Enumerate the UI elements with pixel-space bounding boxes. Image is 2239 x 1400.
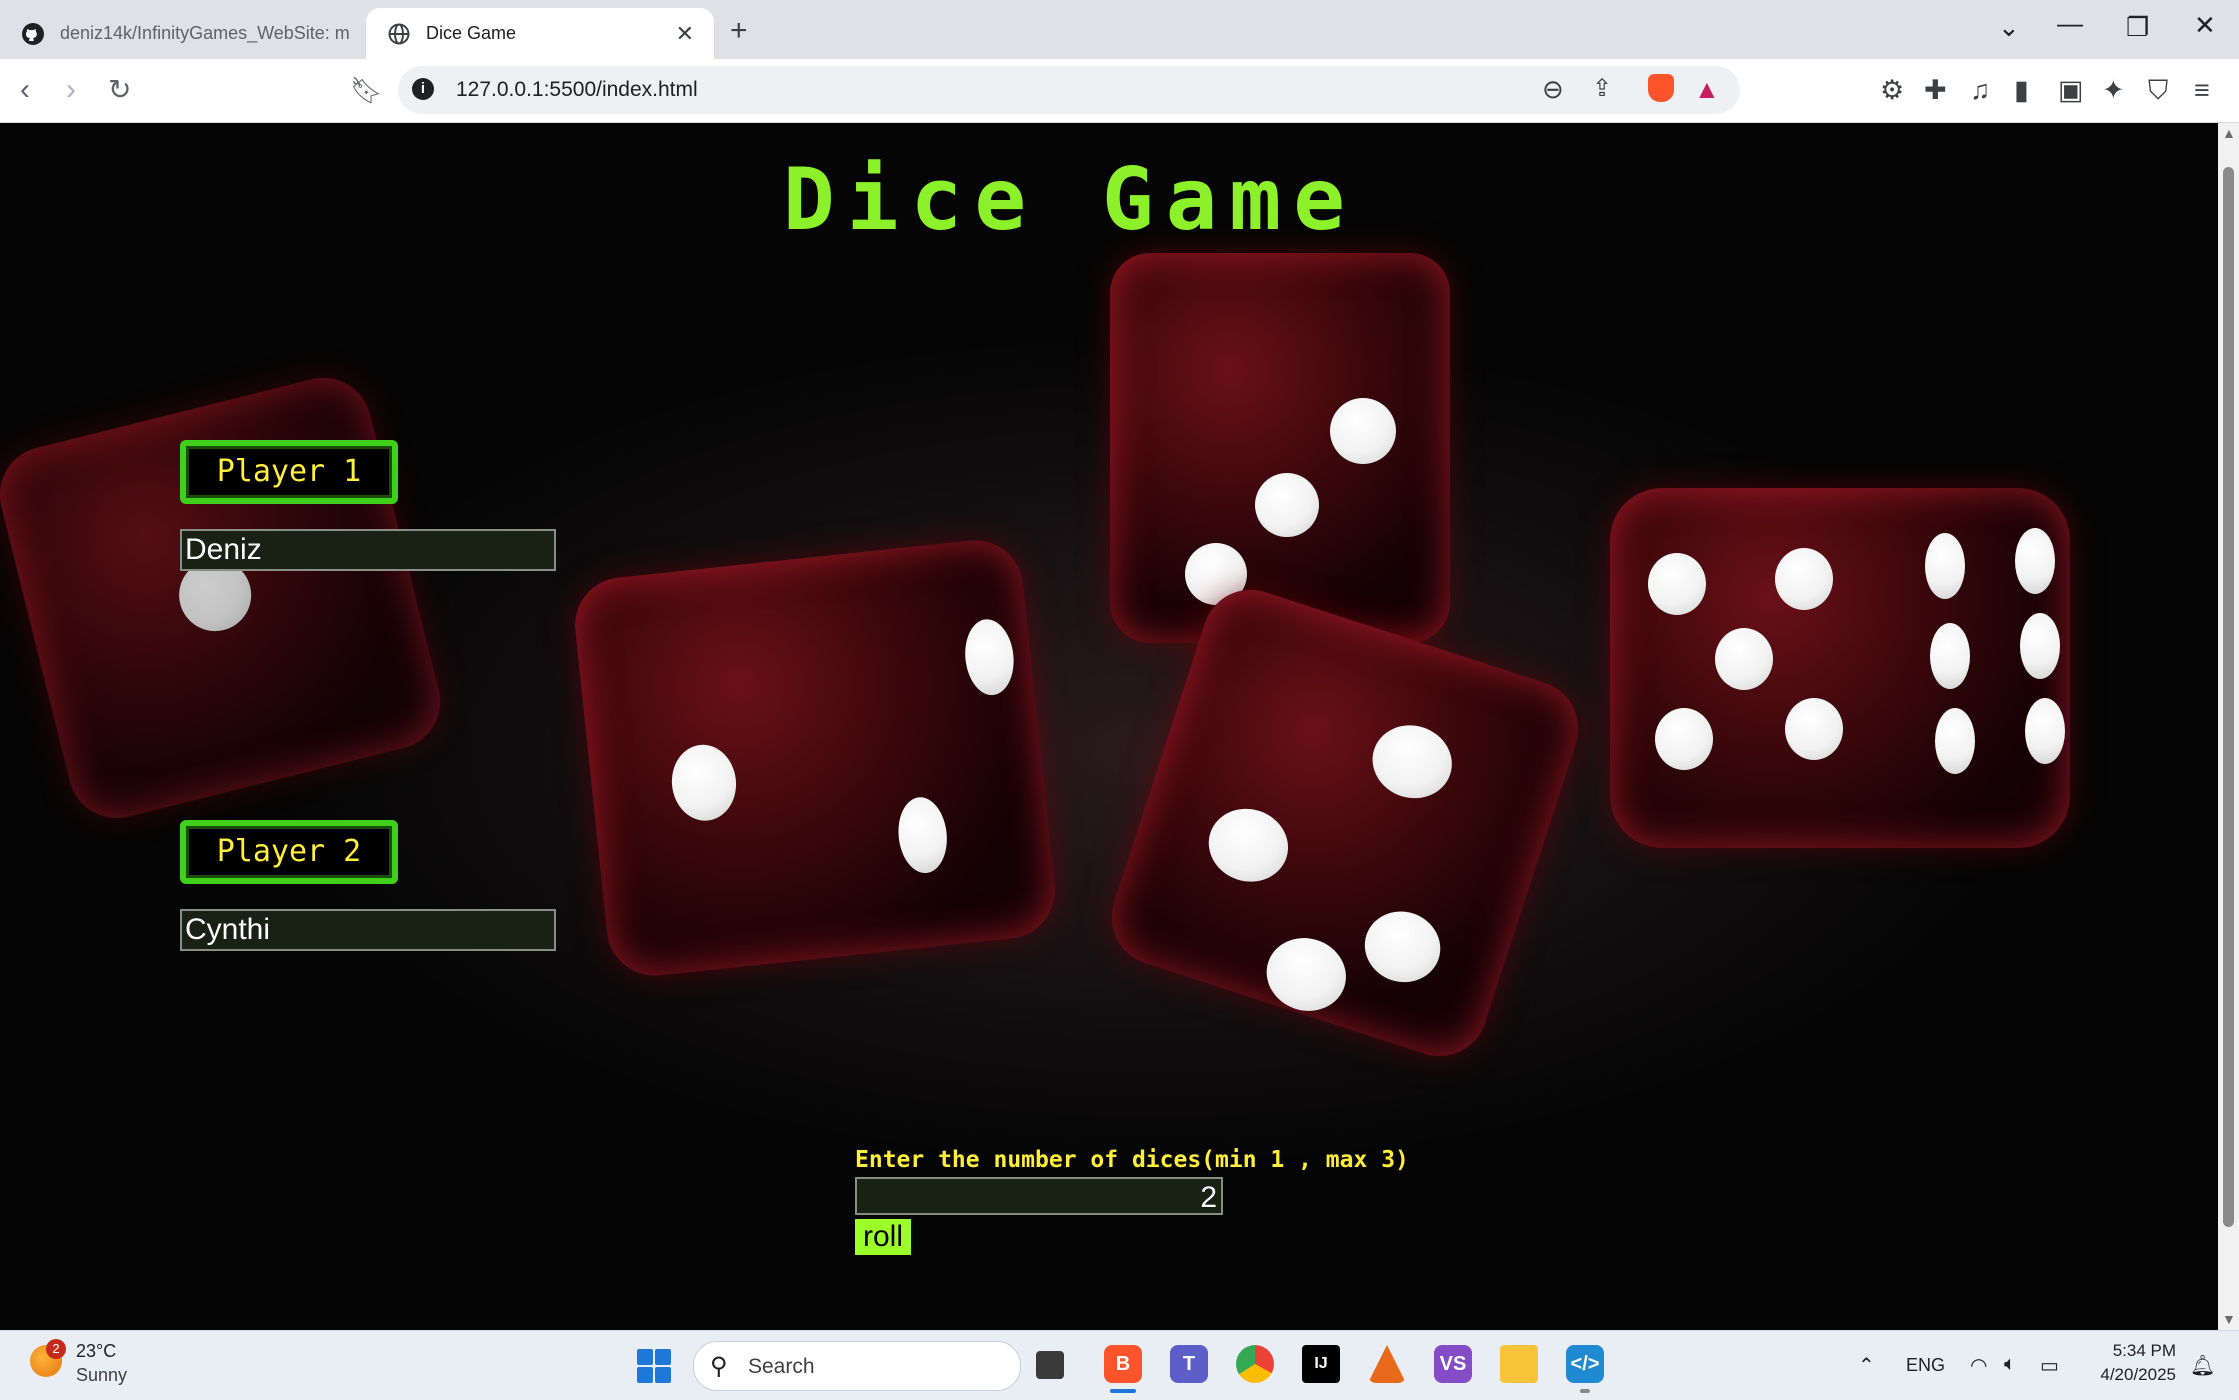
active-app-indicator [1110, 1389, 1136, 1393]
back-icon[interactable]: ‹ [20, 73, 30, 107]
battery-icon[interactable]: ▭ [2040, 1353, 2059, 1378]
leo-ai-icon[interactable]: ✦ [2102, 75, 2125, 106]
omnibox[interactable]: i 127.0.0.1:5500/index.html ⊖ ⇪ ▲ [398, 66, 1740, 114]
windows-taskbar: 2 23°C Sunny ⚲ Search B T IJ VS </> ⌃ EN… [0, 1330, 2239, 1400]
close-window-icon[interactable]: ✕ [2194, 10, 2216, 41]
extensions-icon[interactable]: ✚ [1924, 75, 1947, 106]
language-indicator[interactable]: ENG [1906, 1355, 1945, 1376]
minimize-icon[interactable]: — [2057, 8, 2083, 39]
brave-rewards-icon[interactable]: ▲ [1694, 74, 1720, 105]
reload-icon[interactable]: ↻ [108, 73, 131, 106]
search-icon: ⚲ [710, 1353, 728, 1380]
brave-shields-icon[interactable] [1648, 74, 1674, 102]
tab-dice-game[interactable]: Dice Game ✕ [366, 8, 714, 59]
address-toolbar: ‹ › ↻ 🔖︎ i 127.0.0.1:5500/index.html ⊖ ⇪… [0, 59, 2239, 123]
vscode-icon[interactable]: </> [1566, 1345, 1604, 1383]
url-text[interactable]: 127.0.0.1:5500/index.html [456, 78, 698, 102]
globe-icon [386, 21, 412, 47]
scroll-down-icon[interactable]: ▼ [2222, 1311, 2236, 1327]
clock-date[interactable]: 4/20/2025 [2080, 1365, 2176, 1385]
page-title: Dice Game [783, 150, 1357, 250]
weather-badge: 2 [46, 1339, 66, 1359]
forward-icon[interactable]: › [66, 73, 76, 107]
wifi-icon[interactable]: ◠ [1970, 1353, 1987, 1378]
tab-list-icon[interactable]: ⌄ [1998, 12, 2020, 43]
player-2-label: Player 2 [180, 820, 398, 884]
new-tab-button[interactable]: + [730, 14, 748, 48]
media-icon[interactable]: ♫ [1970, 75, 1990, 106]
page-viewport: Dice Game Player 1 Deniz Player 2 Cynthi… [0, 123, 2218, 1330]
background-die-3 [1110, 253, 1450, 643]
sidebar-icon[interactable]: ▮ [2014, 75, 2029, 106]
file-explorer-icon[interactable] [1500, 1345, 1538, 1383]
scroll-up-icon[interactable]: ▲ [2222, 125, 2236, 141]
intellij-icon[interactable]: IJ [1302, 1345, 1340, 1383]
teams-icon[interactable]: T [1170, 1345, 1208, 1383]
player-1-name-input[interactable]: Deniz [180, 529, 556, 571]
background-die-2 [570, 535, 1060, 981]
running-app-indicator [1580, 1389, 1590, 1393]
tray-overflow-icon[interactable]: ⌃ [1858, 1353, 1875, 1378]
background-die-4 [1099, 577, 1591, 1069]
extension-blocked-icon[interactable]: ⚙ [1880, 75, 1904, 106]
clock-time[interactable]: 5:34 PM [2092, 1341, 2176, 1361]
menu-icon[interactable]: ≡ [2194, 75, 2210, 106]
bookmark-icon[interactable]: 🔖︎ [350, 75, 383, 106]
dice-count-input[interactable]: 2 [855, 1177, 1223, 1215]
wallet-icon[interactable]: ▣ [2058, 75, 2084, 106]
search-label: Search [748, 1355, 815, 1378]
share-icon[interactable]: ⇪ [1592, 74, 1612, 103]
zoom-icon[interactable]: ⊖ [1542, 74, 1564, 105]
weather-temp[interactable]: 23°C [76, 1341, 116, 1362]
restore-icon[interactable]: ❐ [2126, 12, 2149, 43]
github-icon [20, 21, 46, 47]
tab-title: deniz14k/InfinityGames_WebSite: m [60, 23, 350, 43]
notification-bell-icon[interactable]: 🔔︎ [2190, 1353, 2215, 1378]
brave-app-icon[interactable]: B [1104, 1345, 1142, 1383]
vpn-icon[interactable]: ⛉ [2148, 75, 2168, 107]
scroll-thumb[interactable] [2223, 167, 2234, 1227]
site-info-icon[interactable]: i [412, 78, 434, 100]
close-tab-icon[interactable]: ✕ [676, 21, 694, 47]
dice-count-label: Enter the number of dices(min 1 , max 3) [855, 1147, 1409, 1173]
page-scrollbar[interactable]: ▲ ▼ [2218, 123, 2239, 1330]
chrome-icon[interactable] [1236, 1345, 1274, 1383]
background-die-1 [0, 367, 451, 829]
tab-bar: deniz14k/InfinityGames_WebSite: m Dice G… [0, 0, 2239, 59]
tab-title: Dice Game [426, 23, 517, 43]
volume-icon[interactable]: 🔈︎ [2004, 1353, 2016, 1376]
player-1-label: Player 1 [180, 440, 398, 504]
visual-studio-icon[interactable]: VS [1434, 1345, 1472, 1383]
background-die-5 [1610, 488, 2070, 848]
tab-github[interactable]: deniz14k/InfinityGames_WebSite: m [0, 8, 350, 59]
start-icon[interactable] [637, 1349, 671, 1383]
roll-button[interactable]: roll [855, 1219, 911, 1255]
taskbar-search[interactable]: ⚲ Search [693, 1341, 1021, 1391]
task-view-icon[interactable] [1036, 1351, 1064, 1379]
weather-condition[interactable]: Sunny [76, 1365, 127, 1386]
player-2-name-input[interactable]: Cynthi [180, 909, 556, 951]
matlab-icon[interactable] [1368, 1345, 1406, 1383]
